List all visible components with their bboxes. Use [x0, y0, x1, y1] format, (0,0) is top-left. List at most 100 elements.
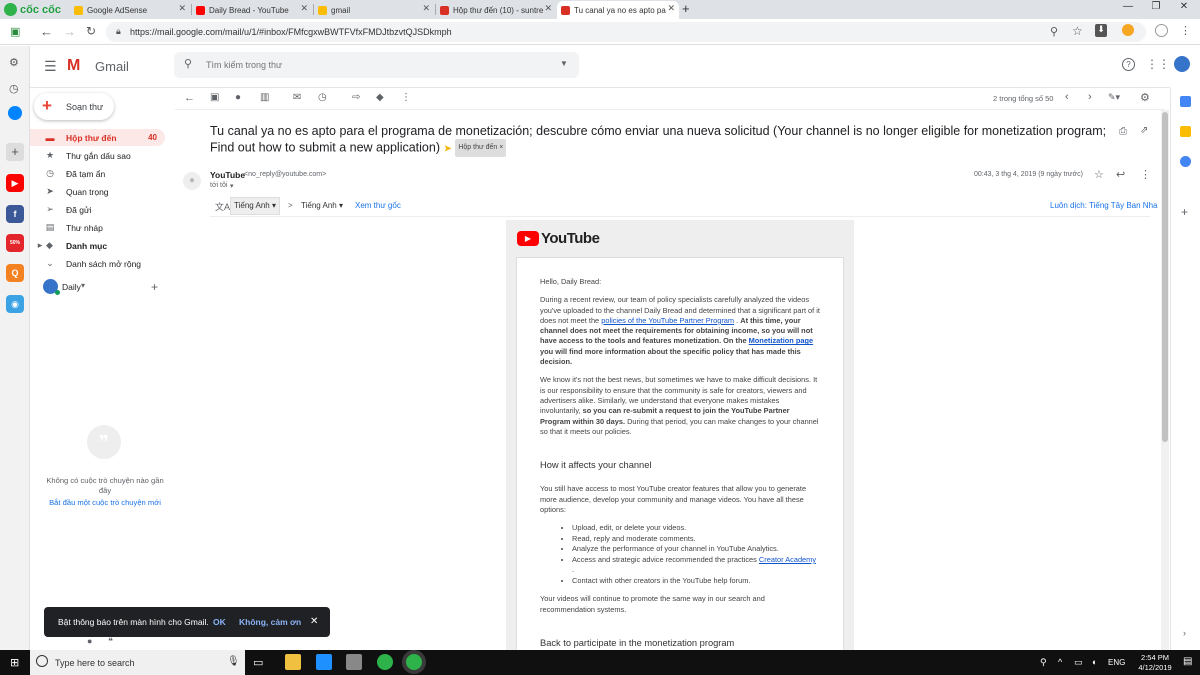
nav-starred[interactable]: ★ Thư gắn dấu sao — [30, 147, 165, 164]
monetization-page-link[interactable]: Monetization page — [749, 336, 813, 345]
next-page-icon[interactable]: › — [1088, 91, 1092, 103]
contacts-person-icon[interactable]: ● — [87, 636, 92, 646]
task-view-icon[interactable]: ▭ — [253, 656, 263, 669]
store-icon[interactable] — [346, 654, 362, 670]
trash-icon[interactable]: ▥ — [260, 92, 269, 103]
close-window-icon[interactable]: ✕ — [1170, 1, 1198, 12]
network-icon[interactable]: ▭ — [1074, 657, 1083, 668]
hangouts-user-name[interactable]: Daily — [62, 282, 81, 292]
reply-icon[interactable]: ↩ — [1116, 168, 1125, 181]
print-icon[interactable]: ⎙ — [1119, 126, 1127, 137]
star-message-icon[interactable]: ☆ — [1094, 168, 1104, 181]
previous-page-icon[interactable]: ‹ — [1065, 91, 1069, 103]
move-to-icon[interactable]: ⇨ — [352, 92, 360, 103]
coccoc-active-taskbar-icon[interactable] — [406, 654, 422, 670]
sender-name[interactable]: YouTube — [210, 170, 245, 180]
expand-panel-icon[interactable]: › — [1183, 628, 1186, 638]
clock-time[interactable]: 2:54 PM — [1135, 653, 1175, 662]
hangouts-user-dropdown-icon[interactable]: ▾ — [81, 281, 85, 290]
youtube-logo[interactable]: ▶ YouTube — [517, 230, 600, 247]
sendo-app-icon[interactable]: 50% — [6, 234, 24, 252]
settings-icon[interactable]: ⚙ — [1140, 91, 1150, 104]
keep-icon[interactable] — [1180, 126, 1191, 137]
maximize-icon[interactable]: ❐ — [1142, 1, 1170, 12]
partner-program-policies-link[interactable]: policies of the YouTube Partner Program — [601, 316, 734, 325]
nav-inbox[interactable]: ▬ Hộp thư đến 40 — [30, 129, 165, 146]
tasks-icon[interactable] — [1180, 156, 1191, 167]
view-original-link[interactable]: Xem thư gốc — [355, 201, 401, 210]
sidebar-toggle-icon[interactable]: ▣ — [10, 25, 20, 38]
clock-date[interactable]: 4/12/2019 — [1133, 663, 1177, 672]
get-addons-plus-icon[interactable]: + — [1181, 205, 1188, 219]
scrollbar-thumb[interactable] — [1162, 112, 1168, 442]
nav-sent[interactable]: ➢ Đã gửi — [30, 201, 165, 218]
nav-snoozed[interactable]: ◷ Đã tạm ẩn — [30, 165, 165, 182]
search-options-icon[interactable]: ▼ — [560, 59, 568, 68]
start-chat-link[interactable]: Bắt đầu một cuộc trò chuyện mới — [40, 498, 170, 507]
toast-close-icon[interactable]: ✕ — [310, 616, 318, 627]
calendar-icon[interactable] — [1180, 96, 1191, 107]
importance-marker-icon[interactable]: ➤ — [443, 143, 451, 154]
mark-unread-icon[interactable]: ✉ — [293, 92, 301, 103]
snooze-icon[interactable]: ◷ — [318, 92, 327, 103]
taskbar-search[interactable]: Type here to search 🎙︎ — [30, 650, 245, 675]
search-icon[interactable]: ⚲ — [184, 57, 192, 70]
nav-important[interactable]: ➤ Quan trọng — [30, 183, 165, 200]
report-spam-icon[interactable]: ● — [235, 92, 241, 103]
always-translate-link[interactable]: Luôn dịch: Tiếng Tây Ban Nha — [1050, 201, 1157, 210]
add-app-icon[interactable]: + — [6, 143, 24, 161]
profile-avatar-icon[interactable] — [1155, 24, 1168, 37]
notifications-icon[interactable]: ▤ — [1183, 656, 1192, 667]
more-actions-icon[interactable]: ⋮ — [401, 92, 411, 103]
tab-close-icon[interactable]: ✕ — [300, 3, 308, 14]
tab-gmail-search[interactable]: gmail ✕ — [314, 1, 434, 19]
tab-inbox[interactable]: Hộp thư đến (10) - suntre ✕ — [436, 1, 556, 19]
video-app-icon[interactable]: ◉ — [6, 295, 24, 313]
archive-icon[interactable]: ▣ — [210, 92, 219, 103]
back-icon[interactable]: ← — [40, 24, 53, 39]
remove-label-icon[interactable]: × — [499, 144, 503, 151]
nav-more[interactable]: ⌄ Danh sách mở rộng — [30, 255, 165, 272]
new-tab-button[interactable]: + — [682, 1, 690, 16]
microphone-icon[interactable]: 🎙︎ — [227, 656, 240, 667]
facebook-app-icon[interactable]: f — [6, 205, 24, 223]
volume-icon[interactable]: ◖ — [1091, 657, 1096, 667]
coccoc-logo[interactable]: cốc cốc — [4, 2, 61, 17]
bookmark-star-icon[interactable]: ☆ — [1072, 24, 1083, 38]
settings-gear-icon[interactable]: ⚙ — [9, 56, 19, 69]
history-icon[interactable]: ◷ — [9, 82, 19, 95]
tab-adsense[interactable]: Google AdSense ✕ — [70, 1, 190, 19]
translate-to-select[interactable]: Tiếng Anh ▾ — [301, 201, 343, 210]
translate-from-select[interactable]: Tiếng Anh ▾ — [230, 197, 280, 215]
windows-start-icon[interactable]: ⊞ — [10, 656, 19, 669]
compose-button[interactable]: + Soạn thư — [34, 93, 114, 120]
tab-youtube[interactable]: Daily Bread - YouTube ✕ — [192, 1, 312, 19]
minimize-icon[interactable]: — — [1114, 1, 1142, 12]
browser-menu-icon[interactable]: ⋮ — [1180, 24, 1191, 37]
gmail-logo-icon[interactable]: M — [67, 57, 80, 75]
download-icon[interactable]: ⬇ — [1095, 24, 1107, 37]
file-explorer-icon[interactable] — [285, 654, 301, 670]
hangouts-quote-icon[interactable]: ❝ — [108, 636, 113, 647]
show-details-icon[interactable]: ▾ — [230, 182, 234, 190]
url-text[interactable]: https://mail.google.com/mail/u/1/#inbox/… — [130, 27, 452, 37]
search-app-icon[interactable]: Q — [6, 264, 24, 282]
tab-close-icon[interactable]: ✕ — [422, 3, 430, 14]
people-icon[interactable]: ⚲ — [1040, 657, 1047, 668]
tab-close-icon[interactable]: ✕ — [544, 3, 552, 14]
account-avatar[interactable] — [1174, 56, 1190, 72]
extension-icon[interactable] — [1122, 24, 1134, 36]
zoom-icon[interactable]: ⚲ — [1050, 25, 1058, 38]
search-input[interactable] — [206, 56, 546, 74]
main-menu-icon[interactable]: ☰ — [44, 58, 57, 75]
open-new-window-icon[interactable]: ⇗ — [1140, 125, 1148, 136]
apps-grid-icon[interactable]: ⋮⋮ — [1146, 57, 1170, 71]
edge-browser-icon[interactable] — [316, 654, 332, 670]
input-language[interactable]: ENG — [1108, 658, 1125, 667]
toast-no-thanks-button[interactable]: Không, cảm ơn — [239, 617, 301, 627]
labels-icon[interactable]: ◆ — [376, 92, 384, 103]
messenger-icon[interactable] — [8, 106, 22, 120]
help-icon[interactable]: ? — [1122, 58, 1135, 71]
back-to-inbox-icon[interactable]: ← — [184, 92, 195, 104]
tray-chevron-icon[interactable]: ^ — [1058, 657, 1062, 667]
